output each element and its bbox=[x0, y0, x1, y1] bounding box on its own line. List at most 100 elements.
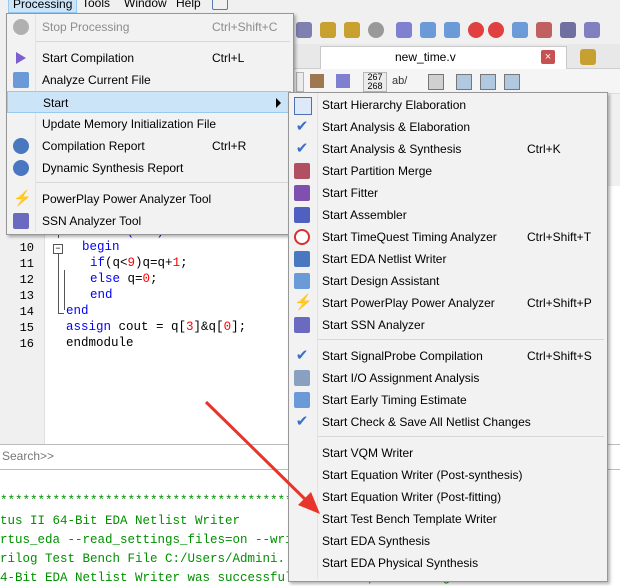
submenu-item-early-timing[interactable]: Start Early Timing Estimate bbox=[289, 389, 605, 411]
menu-processing[interactable]: Processing bbox=[8, 0, 78, 13]
submenu-item-io-assignment[interactable]: Start I/O Assignment Analysis bbox=[289, 367, 605, 389]
menu-item-label: Start Analysis & Synthesis bbox=[322, 142, 462, 156]
check-icon: ✔ bbox=[295, 140, 309, 157]
code-line: if(q<9)q=q+1; bbox=[90, 256, 188, 270]
find-replace-button[interactable]: ab/ bbox=[392, 75, 407, 87]
main-toolbar bbox=[292, 14, 620, 45]
menu-item-label: Start Test Bench Template Writer bbox=[322, 512, 497, 526]
toolbar-icon[interactable] bbox=[560, 22, 576, 38]
netlist-icon bbox=[294, 251, 310, 267]
submenu-item-vqm-writer[interactable]: Start VQM Writer bbox=[289, 442, 605, 464]
menu-item-analyze-current-file[interactable]: Analyze Current File bbox=[7, 69, 291, 91]
hierarchy-icon bbox=[294, 97, 312, 115]
check-icon[interactable] bbox=[420, 22, 436, 38]
menu-item-label: Analyze Current File bbox=[42, 73, 151, 87]
menu-item-label: Update Memory Initialization File bbox=[42, 117, 217, 131]
code-line: end bbox=[90, 288, 113, 302]
submenu-item-analysis-elaboration[interactable]: ✔ Start Analysis & Elaboration bbox=[289, 116, 605, 138]
menu-item-compilation-report[interactable]: Compilation Report Ctrl+R bbox=[7, 135, 291, 157]
submenu-item-equation-writer-synth[interactable]: Start Equation Writer (Post-synthesis) bbox=[289, 464, 605, 486]
menu-item-powerplay-tool[interactable]: ⚡ PowerPlay Power Analyzer Tool bbox=[7, 188, 291, 210]
ssn-icon bbox=[294, 317, 310, 333]
menu-item-ssn-analyzer-tool[interactable]: SSN Analyzer Tool bbox=[7, 210, 291, 232]
tab-title: new_time.v bbox=[395, 50, 456, 64]
play-icon bbox=[16, 52, 26, 64]
submenu-item-eda-physical-synthesis[interactable]: Start EDA Physical Synthesis bbox=[289, 552, 605, 574]
submenu-item-signalprobe[interactable]: ✔ Start SignalProbe Compilation Ctrl+Shi… bbox=[289, 345, 605, 367]
submenu-item-eda-netlist-writer[interactable]: Start EDA Netlist Writer bbox=[289, 248, 605, 270]
menu-item-label: Start Early Timing Estimate bbox=[322, 393, 467, 407]
toolbar-icon[interactable] bbox=[344, 22, 360, 38]
submenu-item-check-save[interactable]: ✔ Start Check & Save All Netlist Changes bbox=[289, 411, 605, 433]
stop-icon[interactable] bbox=[368, 22, 384, 38]
toolbar-icon[interactable] bbox=[584, 22, 600, 38]
submenu-item-timequest[interactable]: Start TimeQuest Timing Analyzer Ctrl+Shi… bbox=[289, 226, 605, 248]
menu-help[interactable]: Help bbox=[172, 0, 205, 11]
console-line: rilog Test Bench File C:/Users/Admini... bbox=[0, 552, 301, 566]
clock-icon[interactable] bbox=[468, 22, 484, 38]
toolbar-icon[interactable] bbox=[336, 74, 350, 88]
search-input[interactable]: Search>> bbox=[2, 449, 54, 463]
submenu-item-hierarchy-elaboration[interactable]: Start Hierarchy Elaboration bbox=[289, 94, 605, 116]
check-icon: ✔ bbox=[295, 118, 309, 135]
close-icon[interactable]: × bbox=[541, 50, 555, 64]
menu-item-label: Start PowerPlay Power Analyzer bbox=[322, 296, 495, 310]
line-number: 12 bbox=[19, 273, 34, 287]
toolbar-icon[interactable] bbox=[536, 22, 552, 38]
toolbar-icon[interactable] bbox=[320, 22, 336, 38]
menu-item-label: Start SSN Analyzer bbox=[322, 318, 425, 332]
book-icon[interactable] bbox=[310, 74, 324, 88]
fold-toggle-icon[interactable]: − bbox=[53, 244, 63, 254]
toolbar-icon[interactable] bbox=[480, 74, 496, 90]
submenu-item-fitter[interactable]: Start Fitter bbox=[289, 182, 605, 204]
toolbar-icon[interactable] bbox=[296, 22, 312, 38]
chip-icon[interactable] bbox=[580, 49, 596, 65]
menu-item-label: Start EDA Physical Synthesis bbox=[322, 556, 479, 570]
menu-item-label: SSN Analyzer Tool bbox=[42, 214, 142, 228]
menu-window[interactable]: Window bbox=[120, 0, 171, 11]
toolbar-icon[interactable] bbox=[504, 74, 520, 90]
clock-icon[interactable] bbox=[488, 22, 504, 38]
menu-item-shortcut: Ctrl+L bbox=[212, 51, 245, 65]
submenu-item-test-bench-writer[interactable]: Start Test Bench Template Writer bbox=[289, 508, 605, 530]
line-number: 15 bbox=[19, 321, 34, 335]
menu-item-label: Start SignalProbe Compilation bbox=[322, 349, 483, 363]
signalprobe-icon: ✔ bbox=[295, 347, 309, 364]
menu-item-start-compilation[interactable]: Start Compilation Ctrl+L bbox=[7, 47, 291, 69]
menu-item-label: Start EDA Synthesis bbox=[322, 534, 431, 548]
submenu-item-design-assistant[interactable]: Start Design Assistant bbox=[289, 270, 605, 292]
menu-separator bbox=[318, 339, 604, 340]
menu-item-label: Start Analysis & Elaboration bbox=[322, 120, 471, 134]
timing-estimate-icon bbox=[294, 392, 310, 408]
menu-tools[interactable]: Tools bbox=[78, 0, 114, 11]
menu-item-update-memory-init[interactable]: Update Memory Initialization File bbox=[7, 113, 291, 135]
code-text: end bbox=[66, 304, 89, 318]
submenu-item-equation-writer-fit[interactable]: Start Equation Writer (Post-fitting) bbox=[289, 486, 605, 508]
console-line: tus II 64-Bit EDA Netlist Writer bbox=[0, 514, 241, 528]
submenu-item-analysis-synthesis[interactable]: ✔ Start Analysis & Synthesis Ctrl+K bbox=[289, 138, 605, 160]
help-icon[interactable] bbox=[212, 0, 228, 10]
line-number-toggle[interactable]: 267 268 bbox=[363, 72, 387, 92]
menu-item-label: Start Equation Writer (Post-synthesis) bbox=[322, 468, 523, 482]
submenu-item-powerplay[interactable]: ⚡ Start PowerPlay Power Analyzer Ctrl+Sh… bbox=[289, 292, 605, 314]
menu-item-dynamic-synthesis-report[interactable]: Dynamic Synthesis Report bbox=[7, 157, 291, 179]
menu-item-label: Start TimeQuest Timing Analyzer bbox=[322, 230, 497, 244]
fold-guide bbox=[58, 313, 64, 314]
toolbar-button[interactable] bbox=[296, 72, 304, 92]
menu-item-start[interactable]: Start bbox=[7, 91, 291, 113]
menu-item-label: Start Equation Writer (Post-fitting) bbox=[322, 490, 502, 504]
toolbar-icon[interactable] bbox=[428, 74, 444, 90]
submenu-item-ssn-analyzer[interactable]: Start SSN Analyzer bbox=[289, 314, 605, 336]
toolbar-label: 268 bbox=[367, 81, 383, 91]
menu-item-stop-processing[interactable]: Stop Processing Ctrl+Shift+C bbox=[7, 16, 291, 38]
toolbar-icon[interactable] bbox=[512, 22, 528, 38]
code-line: assign cout = q[3]&q[0]; bbox=[66, 320, 247, 334]
submenu-item-partition-merge[interactable]: Start Partition Merge bbox=[289, 160, 605, 182]
code-text: end bbox=[90, 288, 113, 302]
check-icon[interactable] bbox=[444, 22, 460, 38]
play-icon[interactable] bbox=[396, 22, 412, 38]
clock-icon bbox=[294, 229, 310, 245]
toolbar-icon[interactable] bbox=[456, 74, 472, 90]
submenu-item-assembler[interactable]: Start Assembler bbox=[289, 204, 605, 226]
submenu-item-eda-synthesis[interactable]: Start EDA Synthesis bbox=[289, 530, 605, 552]
